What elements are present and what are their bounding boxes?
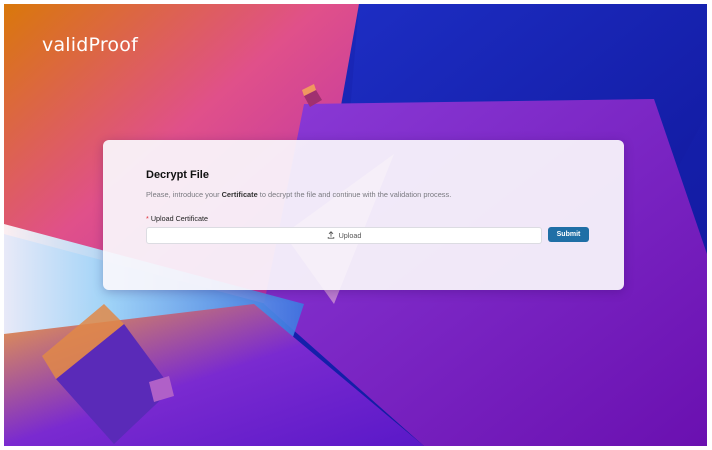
description-text-end: to decrypt the file and continue with th… xyxy=(257,190,452,199)
dialog-description: Please, introduce your Certificate to de… xyxy=(146,190,451,199)
brand-logo: validProof xyxy=(42,34,138,56)
upload-certificate-button[interactable]: Upload xyxy=(146,227,542,244)
description-text-start: Please, introduce your xyxy=(146,190,222,199)
decrypt-file-dialog: Decrypt File Please, introduce your Cert… xyxy=(103,140,624,290)
dialog-title: Decrypt File xyxy=(146,169,209,181)
description-certificate: Certificate xyxy=(221,190,258,199)
upload-label: Upload xyxy=(338,231,362,240)
field-label-text: Upload Certificate xyxy=(150,214,208,223)
upload-certificate-label: * Upload Certificate xyxy=(146,214,208,223)
required-marker: * xyxy=(146,214,149,223)
app-frame: validProof Decrypt File Please, introduc… xyxy=(4,4,707,446)
submit-button[interactable]: Submit xyxy=(548,227,589,242)
upload-icon xyxy=(327,230,335,241)
